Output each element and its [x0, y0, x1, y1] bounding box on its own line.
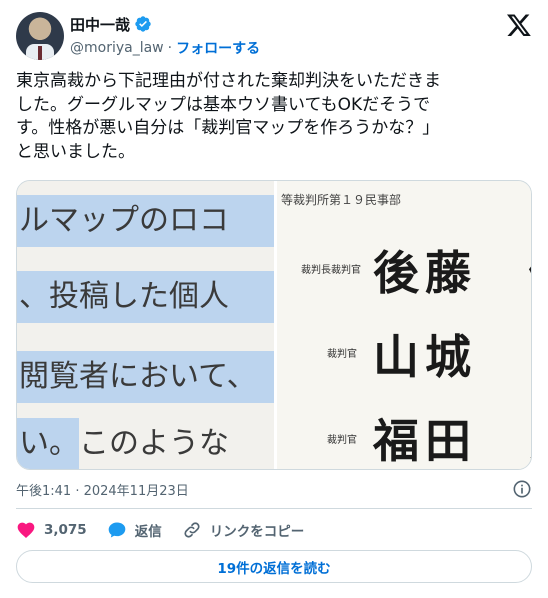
reply-button[interactable]: 返信 — [107, 520, 162, 540]
x-logo-icon[interactable] — [506, 12, 532, 38]
document-line: 、投稿した個人 — [17, 271, 274, 323]
speech-bubble-icon — [108, 522, 126, 538]
document-line: ルマップのロコ — [17, 195, 274, 247]
tweet-media[interactable]: ルマップのロコ 、投稿した個人 閲覧者において、 い。このような 等裁判所第１９… — [16, 180, 532, 470]
copy-link-label: リンクをコピー — [209, 524, 305, 540]
judge-name: 山城 司 — [373, 330, 531, 384]
court-division-title: 等裁判所第１９民事部 — [281, 193, 402, 207]
judge-title: 裁判官 — [327, 435, 357, 446]
heart-icon — [17, 522, 35, 538]
judge-name: 後藤 優 — [373, 246, 531, 300]
info-icon[interactable] — [512, 479, 532, 499]
document-line: い。このような — [17, 418, 274, 469]
read-replies-button[interactable]: 19件の返信を読む — [16, 550, 532, 583]
judge-title: 裁判長裁判官 — [301, 265, 361, 276]
media-image-left[interactable]: ルマップのロコ 、投稿した個人 閲覧者において、 い。このような — [17, 181, 274, 469]
avatar-tie — [38, 46, 42, 60]
link-icon — [184, 522, 200, 538]
tweet-embed-card: 田中一哉 @moriya_law · フォローする 東京高裁から下記理由が付され… — [0, 0, 548, 598]
author-name[interactable]: 田中一哉 — [70, 14, 130, 35]
verified-badge-icon — [135, 16, 151, 32]
document-line: 閲覧者において、 — [17, 351, 274, 403]
follow-button[interactable]: フォローする — [176, 38, 260, 58]
media-image-right[interactable]: 等裁判所第１９民事部 裁判長裁判官 後藤 優 裁判官 山城 司 裁判官 福田 亮 — [277, 181, 531, 469]
separator-dot: · — [167, 40, 173, 56]
tweet-timestamp[interactable]: 午後1:41 · 2024年11月23日 — [16, 480, 189, 499]
author-name-row: 田中一哉 — [70, 14, 152, 34]
tweet-header: 田中一哉 @moriya_law · フォローする — [16, 12, 532, 60]
like-button[interactable]: 3,075 — [16, 520, 87, 540]
divider — [16, 508, 532, 509]
author-handle[interactable]: @moriya_law — [70, 40, 164, 56]
judge-title: 裁判官 — [327, 349, 357, 360]
judge-name: 福田 亮 — [373, 414, 531, 468]
reply-label: 返信 — [134, 524, 162, 540]
author-handle-row: @moriya_law · フォローする — [70, 38, 260, 58]
like-count: 3,075 — [44, 522, 87, 538]
tweet-text: 東京高裁から下記理由が付された棄却判決をいただきま した。グーグルマップは基本ウ… — [16, 71, 441, 162]
copy-link-button[interactable]: リンクをコピー — [182, 520, 305, 540]
author-avatar[interactable] — [16, 12, 64, 60]
tweet-actions: 3,075 返信 リンクをコピー — [16, 518, 324, 542]
